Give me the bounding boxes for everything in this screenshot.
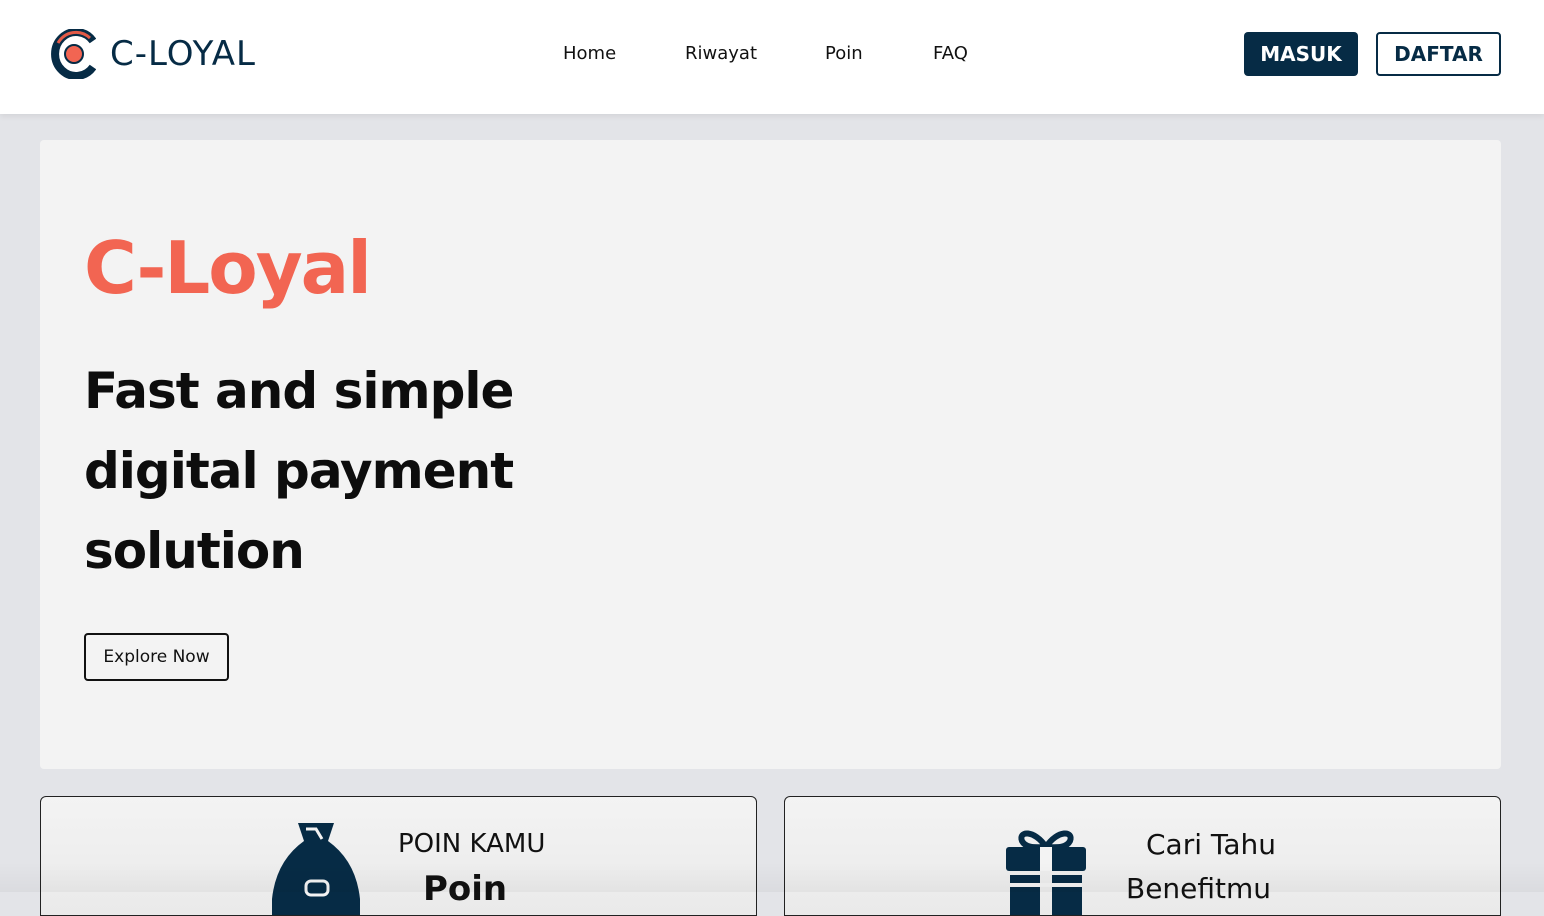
gift-icon bbox=[1006, 830, 1086, 915]
hero-subtitle: Fast and simple digital payment solution bbox=[84, 362, 514, 580]
top-navbar: C-LOYAL Home Riwayat Poin FAQ MASUK DAFT… bbox=[0, 0, 1544, 114]
points-card[interactable]: POIN KAMU Poin bbox=[40, 796, 757, 916]
brand-name: C-LOYAL bbox=[110, 34, 256, 74]
hero-title: C-Loyal bbox=[84, 226, 372, 310]
c-loyal-logo-icon bbox=[51, 29, 96, 79]
benefits-card-line2: Benefitmu bbox=[1126, 872, 1272, 905]
nav-home[interactable]: Home bbox=[563, 43, 616, 65]
benefits-card-line1: Cari Tahu bbox=[1146, 828, 1277, 861]
points-card-value: Poin bbox=[423, 869, 508, 909]
hero-banner: C-Loyal Fast and simple digital payment … bbox=[40, 140, 1501, 769]
register-button[interactable]: DAFTAR bbox=[1376, 32, 1501, 76]
nav-faq[interactable]: FAQ bbox=[933, 43, 968, 65]
points-card-label: POIN KAMU bbox=[398, 829, 546, 859]
money-bag-icon bbox=[272, 823, 360, 915]
nav-poin[interactable]: Poin bbox=[825, 43, 863, 65]
benefits-card[interactable]: Cari Tahu Benefitmu bbox=[784, 796, 1501, 916]
explore-now-button[interactable]: Explore Now bbox=[84, 633, 229, 681]
brand-logo-link[interactable]: C-LOYAL bbox=[50, 29, 256, 79]
nav-riwayat[interactable]: Riwayat bbox=[685, 43, 757, 65]
login-button[interactable]: MASUK bbox=[1244, 32, 1358, 76]
